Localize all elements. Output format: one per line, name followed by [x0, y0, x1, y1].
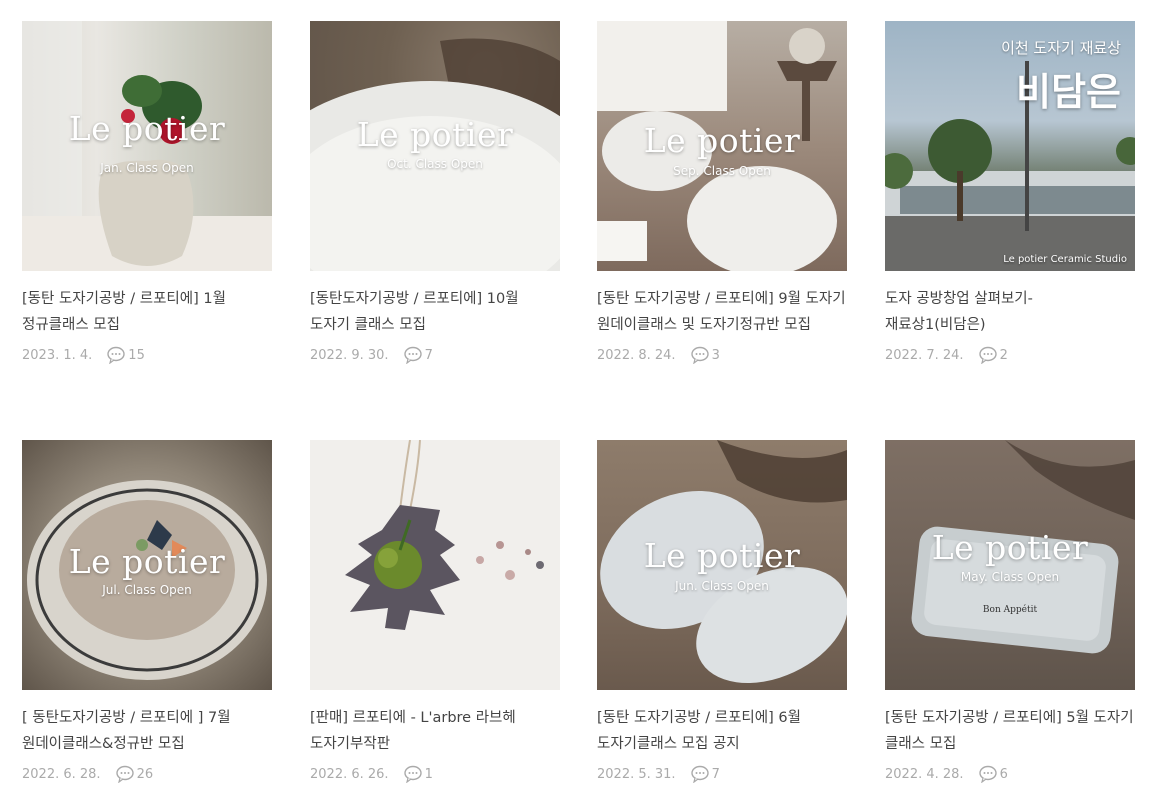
- post-title[interactable]: 도자 공방창업 살펴보기- 재료상1(비담은): [885, 286, 1135, 338]
- overlay-title: Le potier: [931, 528, 1089, 567]
- comment-bubble-icon: [107, 346, 125, 364]
- comment-bubble-icon: [403, 346, 422, 364]
- thumbnail-art: [345, 440, 544, 630]
- comment-bubble-icon: [690, 765, 709, 783]
- post-thumbnail[interactable]: 이천 도자기 재료상 비담은 Le potier Ceramic Studio: [885, 21, 1135, 271]
- comment-count-link[interactable]: 2: [978, 346, 1008, 364]
- post-date: 2022. 7. 24.: [885, 347, 964, 363]
- post-meta: 2022. 6. 28. 26: [22, 765, 272, 783]
- comment-count: 3: [711, 347, 720, 363]
- comment-count-link[interactable]: 3: [690, 346, 720, 364]
- overlay-title: Le potier: [68, 109, 226, 148]
- overlay-title: Le potier: [643, 536, 801, 575]
- post-meta: 2022. 5. 31. 7: [597, 765, 847, 783]
- comment-count: 7: [424, 347, 433, 363]
- post-title[interactable]: [동탄 도자기공방 / 르포티에] 6월 도자기클래스 모집 공지: [597, 705, 847, 757]
- comment-count-link[interactable]: 6: [978, 765, 1008, 783]
- overlay-subtitle: May. Class Open: [960, 570, 1060, 584]
- post-card: Le potier Oct. Class Open [동탄도자기공방 / 르포티…: [310, 21, 560, 364]
- comment-count: 7: [711, 766, 720, 782]
- comment-count-link[interactable]: 15: [106, 346, 145, 364]
- post-card: Le potier Jan. Class Open [동탄 도자기공방 / 르포…: [22, 21, 272, 364]
- comment-bubble-icon: [978, 765, 997, 783]
- store-title: 비담은: [1016, 70, 1121, 114]
- post-thumbnail[interactable]: Le potier May. Class Open Bon Appétit: [885, 440, 1135, 690]
- comment-count-link[interactable]: 26: [115, 765, 154, 783]
- post-date: 2022. 5. 31.: [597, 766, 676, 782]
- comment-count-link[interactable]: 1: [403, 765, 433, 783]
- post-thumbnail[interactable]: Le potier Jan. Class Open: [22, 21, 272, 271]
- post-title[interactable]: [동탄 도자기공방 / 르포티에] 9월 도자기 원데이클래스 및 도자기정규반…: [597, 286, 847, 338]
- overlay-subtitle: Jun. Class Open: [675, 579, 769, 593]
- overlay-title: Le potier: [68, 542, 226, 581]
- post-title[interactable]: [동탄 도자기공방 / 르포티에] 5월 도자기 클래스 모집: [885, 705, 1135, 757]
- post-date: 2022. 8. 24.: [597, 347, 676, 363]
- post-title[interactable]: [동탄 도자기공방 / 르포티에] 1월 정규클래스 모집: [22, 286, 272, 338]
- comment-count-link[interactable]: 7: [690, 765, 720, 783]
- post-card: Le potier Jun. Class Open [동탄 도자기공방 / 르포…: [597, 440, 847, 783]
- post-date: 2022. 4. 28.: [885, 766, 964, 782]
- post-thumbnail[interactable]: Le potier Sep. Class Open: [597, 21, 847, 271]
- post-card: [판매] 르포티에 - L'arbre 라브헤 도자기부작판 2022. 6. …: [310, 440, 560, 783]
- comment-count: 1: [424, 766, 433, 782]
- post-thumbnail[interactable]: Le potier Jun. Class Open: [597, 440, 847, 690]
- post-title[interactable]: [판매] 르포티에 - L'arbre 라브헤 도자기부작판: [310, 705, 560, 757]
- post-card: Le potier Jul. Class Open [ 동탄도자기공방 / 르포…: [22, 440, 272, 783]
- comment-count: 26: [136, 766, 154, 782]
- overlay-title: Le potier: [356, 115, 514, 154]
- comment-count-link[interactable]: 7: [403, 346, 433, 364]
- post-card: Le potier Sep. Class Open [동탄 도자기공방 / 르포…: [597, 21, 847, 364]
- post-meta: 2022. 7. 24. 2: [885, 346, 1135, 364]
- comment-count: 2: [999, 347, 1008, 363]
- post-date: 2022. 9. 30.: [310, 347, 389, 363]
- overlay-title: Le potier: [643, 121, 801, 160]
- post-date: 2022. 6. 28.: [22, 766, 101, 782]
- plate-stamp-text: Bon Appétit: [982, 605, 1038, 615]
- post-grid: Le potier Jan. Class Open [동탄 도자기공방 / 르포…: [0, 0, 1160, 810]
- post-card: 이천 도자기 재료상 비담은 Le potier Ceramic Studio …: [885, 21, 1135, 364]
- post-meta: 2022. 9. 30. 7: [310, 346, 560, 364]
- comment-bubble-icon: [115, 765, 134, 783]
- post-date: 2023. 1. 4.: [22, 347, 93, 363]
- comment-count: 6: [999, 766, 1008, 782]
- post-thumbnail[interactable]: Le potier Oct. Class Open: [310, 21, 560, 271]
- post-title[interactable]: [ 동탄도자기공방 / 르포티에 ] 7월 원데이클래스&정규반 모집: [22, 705, 272, 757]
- comment-bubble-icon: [690, 346, 709, 364]
- post-meta: 2023. 1. 4. 15: [22, 346, 272, 364]
- post-thumbnail[interactable]: Le potier Jul. Class Open: [22, 440, 272, 690]
- comment-bubble-icon: [978, 346, 997, 364]
- store-subtitle: 이천 도자기 재료상: [1001, 39, 1121, 57]
- comment-count: 15: [128, 347, 145, 363]
- post-meta: 2022. 4. 28. 6: [885, 765, 1135, 783]
- overlay-subtitle: Oct. Class Open: [387, 157, 483, 171]
- studio-watermark: Le potier Ceramic Studio: [1003, 254, 1127, 265]
- overlay-subtitle: Sep. Class Open: [673, 164, 771, 178]
- post-title[interactable]: [동탄도자기공방 / 르포티에] 10월 도자기 클래스 모집: [310, 286, 560, 338]
- post-meta: 2022. 8. 24. 3: [597, 346, 847, 364]
- thumbnail-art: [885, 61, 1135, 271]
- overlay-subtitle: Jul. Class Open: [102, 583, 192, 597]
- post-meta: 2022. 6. 26. 1: [310, 765, 560, 783]
- post-thumbnail[interactable]: [310, 440, 560, 690]
- post-date: 2022. 6. 26.: [310, 766, 389, 782]
- post-card: Le potier May. Class Open Bon Appétit [동…: [885, 440, 1135, 783]
- comment-bubble-icon: [403, 765, 422, 783]
- overlay-subtitle: Jan. Class Open: [100, 161, 194, 175]
